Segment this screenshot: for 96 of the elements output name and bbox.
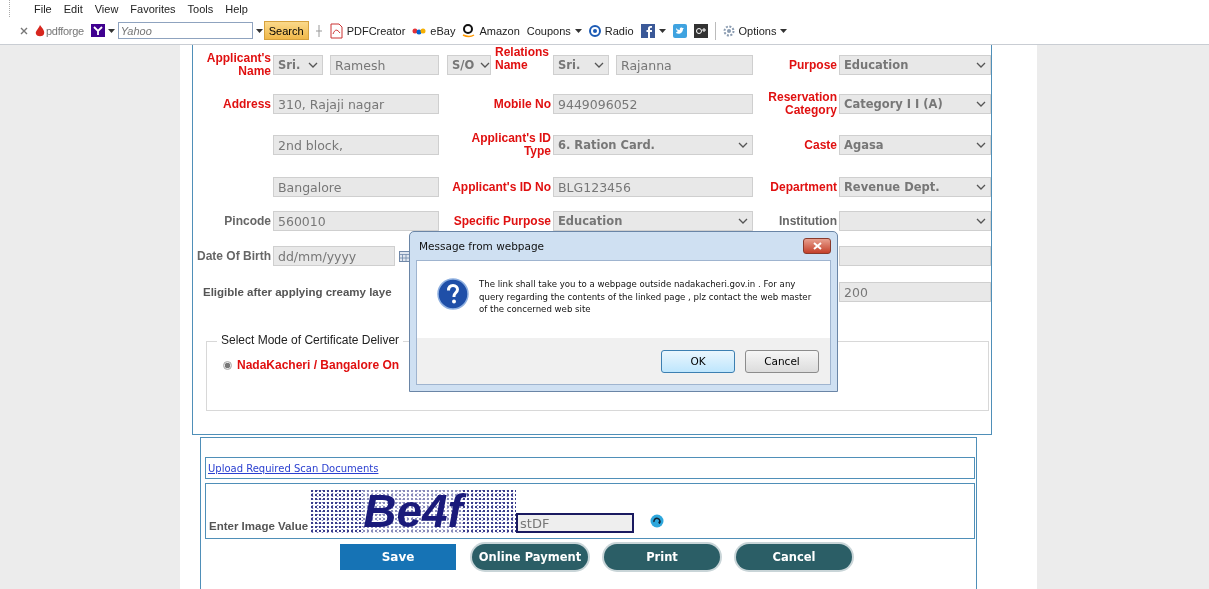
text-field[interactable]: 2nd block, — [273, 135, 439, 155]
menu-item[interactable]: Favorites — [124, 2, 182, 15]
toolbar-item[interactable]: Coupons — [526, 24, 582, 37]
radio-label: NadaKacheri / Bangalore On — [237, 358, 400, 372]
field-label: Pincode — [223, 214, 271, 228]
field-label: Mobile No — [493, 97, 551, 111]
toolbar-item[interactable] — [640, 23, 666, 38]
field-label: Address — [221, 97, 271, 111]
caret-icon — [574, 28, 582, 33]
field-label: Applicant's ID No — [452, 180, 551, 194]
form-button[interactable]: Cancel — [736, 544, 852, 570]
captcha-field[interactable]: stDF — [516, 513, 635, 533]
menu-item[interactable]: Help — [219, 2, 254, 15]
fieldset-legend: Select Mode of Certificate Deliver — [217, 333, 404, 347]
text-field[interactable]: Rajanna — [616, 55, 753, 75]
close-icon — [20, 26, 28, 35]
date-field[interactable]: dd/mm/yyyy — [273, 246, 395, 266]
chevron-icon — [308, 61, 318, 69]
dropdown[interactable]: S/O — [447, 55, 491, 75]
facebook-icon — [640, 23, 655, 38]
dropdown[interactable]: Sri. — [273, 55, 323, 75]
amazon-icon — [462, 23, 476, 38]
chevron-icon — [976, 183, 986, 191]
bird-icon — [672, 23, 687, 38]
chevron-icon — [976, 217, 986, 225]
form-button[interactable]: Online Payment — [472, 544, 588, 570]
text-field[interactable]: 9449096052 — [553, 94, 753, 114]
save-button[interactable]: Save — [340, 544, 456, 570]
gear-icon — [722, 24, 735, 37]
dropdown[interactable]: 6. Ration Card. — [553, 135, 753, 155]
field-label: Applicant's Name — [205, 52, 271, 78]
field-label: Date Of Birth — [197, 249, 271, 263]
menu-item[interactable]: View — [88, 2, 125, 15]
chevron-icon — [976, 141, 986, 149]
text-field[interactable]: 560010 — [273, 211, 439, 231]
chevron-icon — [594, 61, 604, 69]
dialog-button[interactable]: Cancel — [745, 349, 819, 373]
dropdown[interactable]: Education — [839, 55, 991, 75]
toolbar-item[interactable] — [693, 23, 708, 38]
dropdown[interactable]: Sri. — [553, 55, 609, 75]
pdfforge-logo[interactable]: pdfforge — [35, 24, 84, 37]
question-icon — [437, 278, 469, 310]
field-label: Relations Name — [495, 46, 550, 72]
captcha-label: Enter Image Value — [209, 520, 309, 532]
menu-item[interactable]: Edit — [57, 2, 89, 15]
gplus-icon — [693, 23, 708, 38]
search-button[interactable]: Search — [263, 21, 309, 40]
close-button[interactable] — [803, 238, 831, 254]
field-label: Purpose — [789, 58, 837, 72]
dropdown[interactable]: Category I I (A) — [839, 94, 991, 114]
toolbar-item[interactable]: PDFCreator — [328, 22, 406, 39]
toolbar-item[interactable]: Options — [722, 24, 788, 37]
dialog-title: Message from webpage — [419, 240, 545, 252]
dropdown[interactable]: Revenue Dept. — [839, 177, 991, 197]
toolbar-item[interactable]: eBay — [412, 24, 456, 37]
text-field[interactable]: BLG123456 — [553, 177, 753, 197]
caret-icon — [658, 28, 666, 33]
text-field[interactable] — [839, 246, 991, 266]
field-label: Applicant's ID Type — [470, 132, 551, 158]
chevron-icon — [480, 61, 491, 69]
close-icon — [812, 242, 822, 250]
form-button[interactable]: Print — [604, 544, 720, 570]
field-label: Reservation Category — [767, 91, 837, 117]
text-field[interactable]: Bangalore — [273, 177, 439, 197]
text-field[interactable]: Ramesh — [330, 55, 439, 75]
chevron-icon — [738, 217, 748, 225]
grip-icon — [315, 24, 322, 37]
field-label: Department — [770, 180, 837, 194]
refresh-icon — [650, 514, 665, 528]
radio-icon — [588, 24, 601, 37]
yahoo-icon — [90, 24, 105, 37]
caret-icon — [255, 28, 263, 33]
field-label: Specific Purpose — [453, 214, 551, 228]
field-label: Institution — [779, 214, 837, 228]
text-field[interactable]: 200 — [839, 282, 991, 302]
flame-icon — [35, 24, 45, 37]
dropdown[interactable]: Agasa — [839, 135, 991, 155]
search-field[interactable]: Yahoo — [117, 22, 253, 39]
dropdown[interactable]: Education — [553, 211, 753, 231]
chevron-icon — [738, 141, 748, 149]
toolbar-item[interactable]: Amazon — [462, 23, 520, 38]
chevron-icon — [976, 61, 986, 69]
dialog-message: The link shall take you to a webpage outside nadakacheri.gov.in . For any query regarding the contents of the linked page , plz contact the web master of the concerned web site — [479, 278, 813, 316]
caret-icon — [107, 28, 115, 33]
note-text: Eligible after applying creamy laye — [203, 286, 392, 298]
menu-item[interactable]: Tools — [181, 2, 220, 15]
upload-link[interactable]: Upload Required Scan Documents — [208, 462, 379, 474]
text-field[interactable]: 310, Rajaji nagar — [273, 94, 439, 114]
toolbar-item[interactable]: Radio — [588, 24, 634, 37]
dialog-button[interactable]: OK — [661, 349, 735, 373]
radio-button[interactable] — [223, 360, 232, 370]
chevron-icon — [976, 100, 986, 108]
menu-item[interactable]: File — [28, 2, 58, 15]
caret-icon — [780, 28, 788, 33]
pdf-icon — [328, 22, 343, 39]
field-label: Caste — [804, 138, 837, 152]
